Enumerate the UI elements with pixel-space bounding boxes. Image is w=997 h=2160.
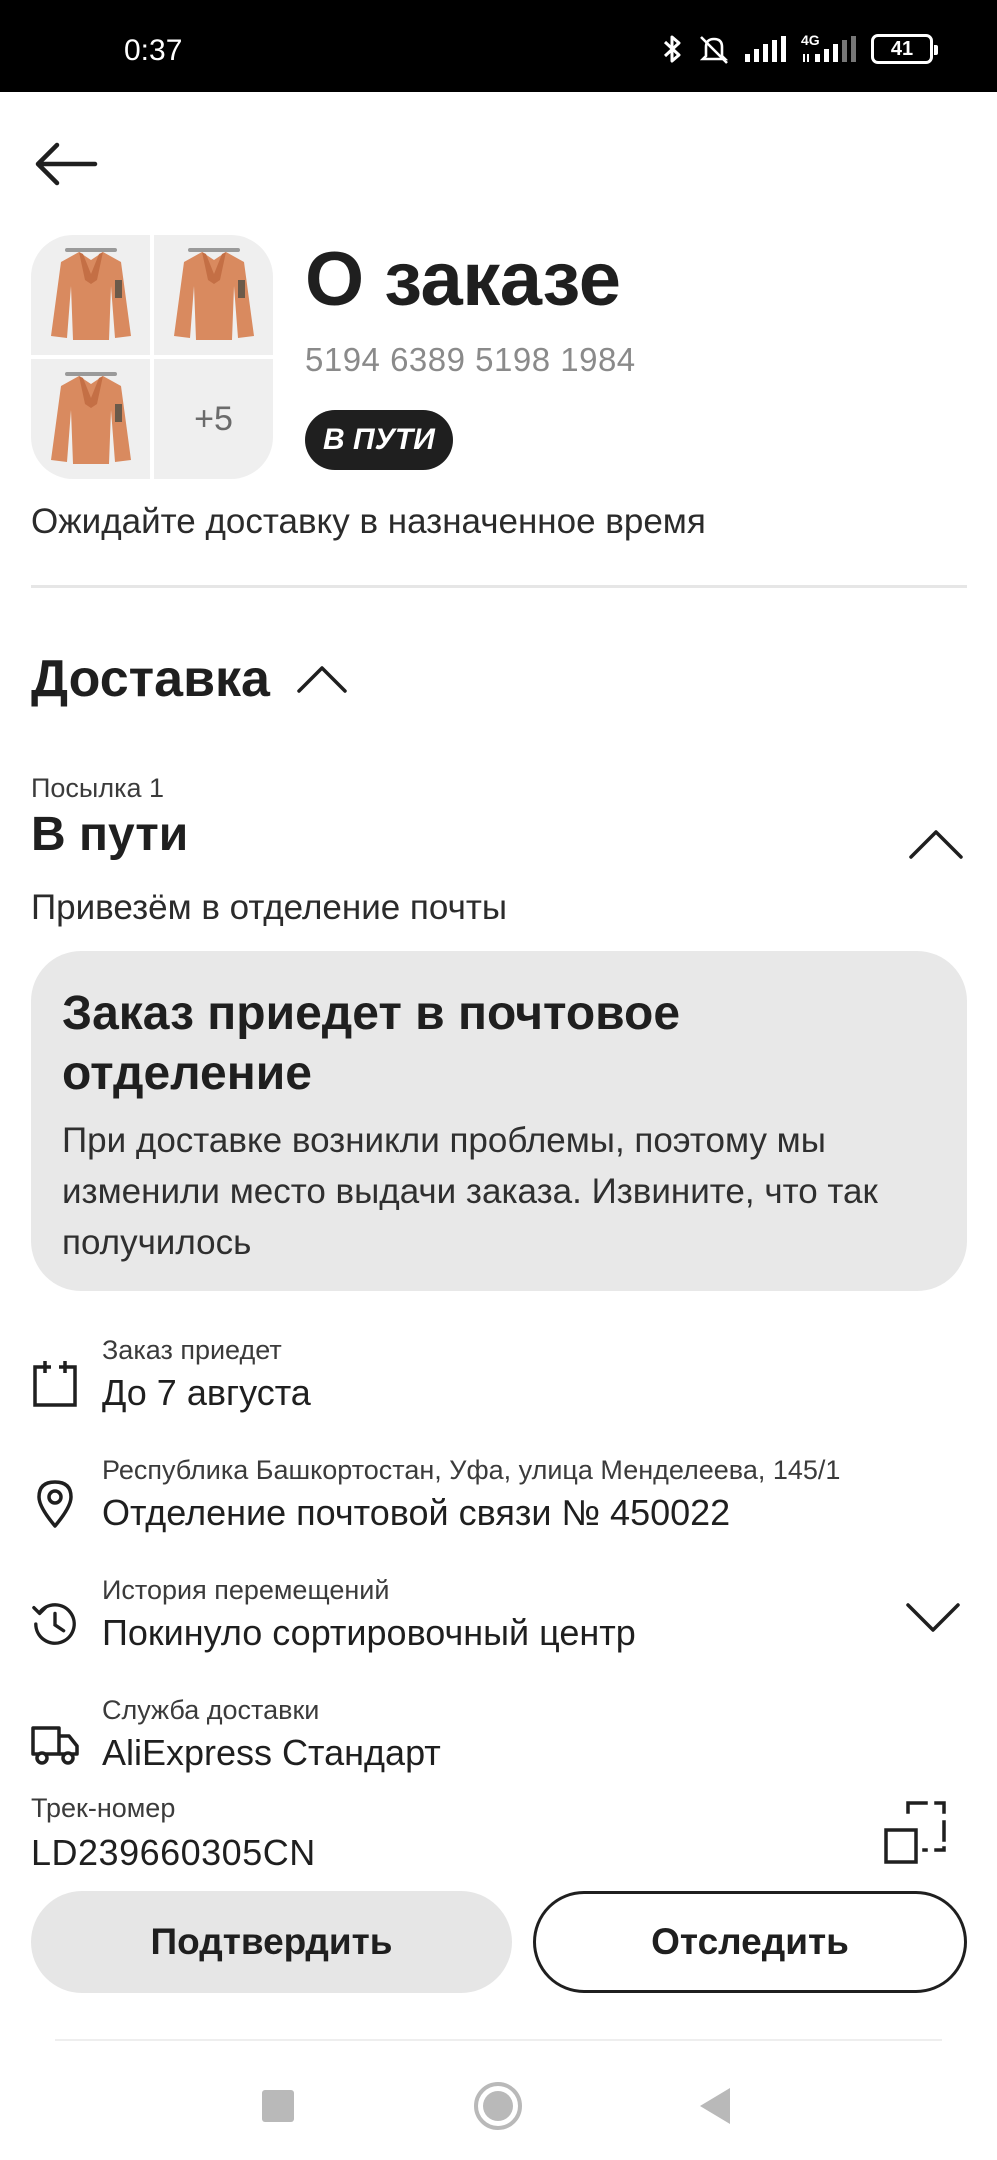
bell-muted-icon bbox=[699, 36, 729, 64]
service-label: Служба доставки bbox=[102, 1695, 320, 1725]
battery-level: 41 bbox=[890, 38, 914, 60]
system-nav-bar bbox=[0, 2060, 997, 2160]
address-value: Отделение почтовой связи № 450022 bbox=[102, 1491, 731, 1533]
history-label: История перемещений bbox=[102, 1575, 390, 1605]
parcel-label: Посылка 1 bbox=[31, 773, 165, 803]
track-button[interactable]: Отследить bbox=[533, 1891, 967, 1993]
copy-icon bbox=[884, 1801, 946, 1864]
battery-icon: 41 bbox=[871, 34, 938, 64]
parcel-subtitle: Привезём в отделение почты bbox=[31, 888, 508, 927]
page-title: О заказе bbox=[305, 237, 621, 322]
tracking-label: Трек-номер bbox=[31, 1793, 176, 1823]
chevron-up-icon bbox=[297, 666, 347, 693]
arrival-row: Заказ приедет До 7 августа bbox=[31, 1334, 967, 1424]
address-label: Республика Башкортостан, Уфа, улица Менд… bbox=[102, 1455, 841, 1485]
divider bbox=[55, 2039, 942, 2041]
service-row: Служба доставки AliExpress Стандарт bbox=[31, 1694, 967, 1784]
tracking-number: LD239660305CN bbox=[31, 1831, 316, 1873]
parcel-collapse-button[interactable] bbox=[908, 828, 964, 868]
status-bar: 0:37 4G 41 bbox=[0, 0, 997, 92]
status-icons: 4G 41 bbox=[661, 32, 938, 64]
delivery-section-toggle[interactable]: Доставка bbox=[31, 648, 348, 710]
arrow-left-icon bbox=[35, 142, 98, 186]
history-value: Покинуло сортировочный центр bbox=[102, 1611, 636, 1653]
history-icon bbox=[31, 1600, 79, 1648]
jacket-image bbox=[173, 248, 254, 340]
calendar-icon bbox=[31, 1360, 79, 1408]
back-button[interactable] bbox=[30, 136, 102, 192]
signal-icon bbox=[745, 36, 786, 62]
arrival-value: До 7 августа bbox=[102, 1371, 311, 1413]
network-type: 4G bbox=[801, 32, 820, 48]
more-items-count: +5 bbox=[154, 359, 273, 479]
order-number: 5194 6389 5198 1984 bbox=[305, 341, 636, 378]
info-card: Заказ приедет в почтовое отделение При д… bbox=[31, 951, 967, 1291]
status-time: 0:37 bbox=[124, 34, 183, 67]
truck-icon bbox=[31, 1720, 79, 1768]
signal-4g-icon: 4G bbox=[801, 32, 859, 64]
order-items-thumbnails[interactable]: +5 bbox=[31, 235, 273, 479]
product-thumbnail bbox=[31, 235, 150, 355]
confirm-button[interactable]: Подтвердить bbox=[31, 1891, 512, 1993]
divider bbox=[31, 585, 967, 588]
tracking-block: Трек-номер LD239660305CN bbox=[31, 1792, 316, 1875]
parcel-status: В пути bbox=[31, 808, 189, 861]
home-button[interactable] bbox=[474, 2082, 522, 2130]
info-card-title: Заказ приедет в почтовое отделение bbox=[62, 987, 681, 1100]
system-back-button[interactable] bbox=[700, 2088, 730, 2124]
chevron-down-icon[interactable] bbox=[905, 1602, 961, 1642]
bluetooth-icon bbox=[663, 35, 681, 63]
chevron-up-icon bbox=[909, 830, 963, 859]
product-thumbnail bbox=[31, 359, 150, 479]
location-pin-icon bbox=[31, 1480, 79, 1528]
jacket-image bbox=[50, 248, 131, 340]
address-row: Республика Башкортостан, Уфа, улица Менд… bbox=[31, 1454, 967, 1544]
jacket-image bbox=[50, 372, 131, 464]
info-card-text: При доставке возникли проблемы, поэтому … bbox=[62, 1121, 878, 1262]
service-value: AliExpress Стандарт bbox=[102, 1731, 441, 1773]
status-badge: В ПУТИ bbox=[305, 410, 453, 470]
recent-apps-button[interactable] bbox=[262, 2090, 294, 2122]
arrival-label: Заказ приедет bbox=[102, 1335, 282, 1365]
delivery-note: Ожидайте доставку в назначенное время bbox=[31, 502, 706, 541]
product-thumbnail bbox=[154, 235, 273, 355]
section-title: Доставка bbox=[31, 650, 270, 708]
copy-button[interactable] bbox=[880, 1798, 950, 1868]
history-row[interactable]: История перемещений Покинуло сортировочн… bbox=[31, 1574, 967, 1664]
